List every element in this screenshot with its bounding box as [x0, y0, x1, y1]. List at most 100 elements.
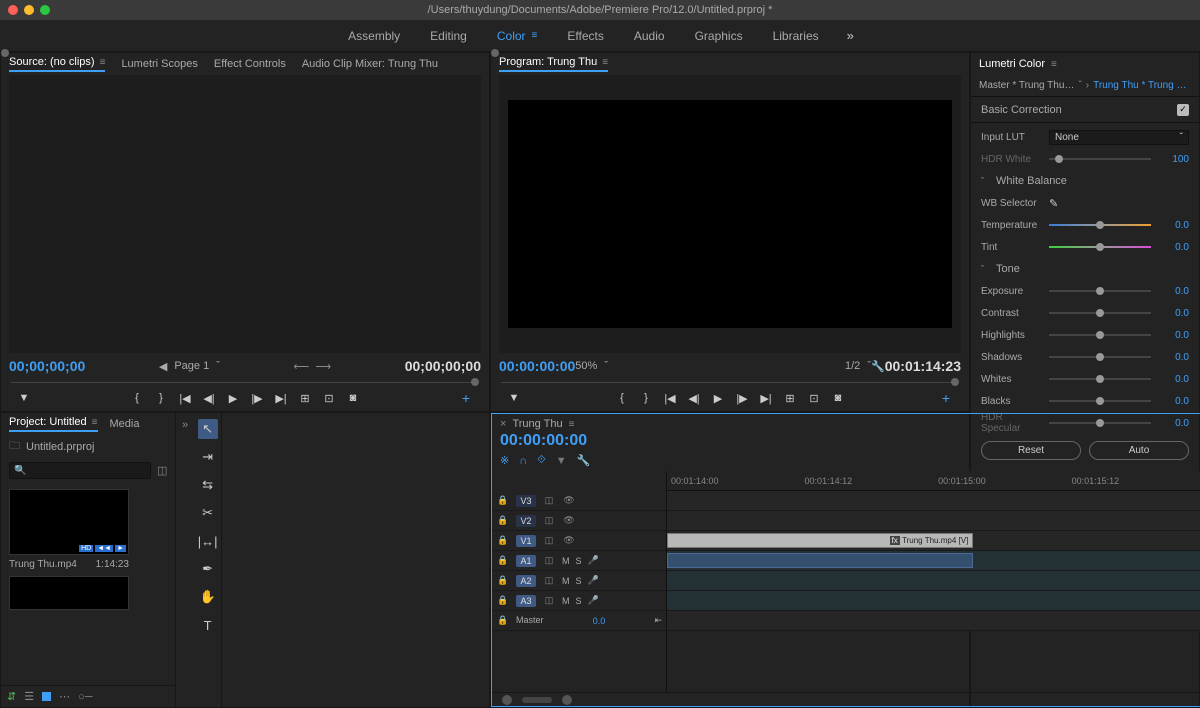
- tab-program[interactable]: Program: Trung Thu≡: [499, 56, 608, 72]
- wrench-icon[interactable]: 🔧: [871, 360, 885, 373]
- collapse-icon[interactable]: ⇤: [654, 615, 662, 626]
- go-in-icon[interactable]: |◀: [663, 392, 677, 405]
- zoom-slider[interactable]: ○─: [78, 691, 92, 703]
- export-frame-icon[interactable]: ◙: [831, 392, 845, 404]
- export-frame-icon[interactable]: ◙: [346, 392, 360, 404]
- shadows-value[interactable]: 0.0: [1159, 352, 1189, 363]
- hdr-white-slider[interactable]: [1049, 158, 1151, 160]
- zoom-handle-left[interactable]: [502, 695, 512, 705]
- icon-view-icon[interactable]: [42, 692, 51, 701]
- ws-libraries[interactable]: Libraries: [771, 25, 821, 47]
- tab-project[interactable]: Project: Untitled≡: [9, 416, 98, 432]
- exposure-slider[interactable]: [1049, 290, 1151, 292]
- lumetri-title[interactable]: Lumetri Color: [979, 58, 1045, 70]
- step-back-icon[interactable]: ◀|: [202, 392, 216, 405]
- ws-assembly[interactable]: Assembly: [346, 25, 402, 47]
- mic-icon[interactable]: 🎤: [588, 555, 599, 566]
- menu-icon[interactable]: ≡: [602, 57, 608, 68]
- video-clip[interactable]: fx Trung Thu.mp4 [V]: [667, 533, 973, 548]
- zoom-select[interactable]: 50% ˇ: [575, 360, 608, 372]
- zoom-handle-right[interactable]: [562, 695, 572, 705]
- source-tc-left[interactable]: 00;00;00;00: [9, 358, 85, 374]
- lock-icon[interactable]: 🔒: [496, 495, 510, 506]
- eye-icon[interactable]: 👁: [562, 495, 576, 506]
- fx-icon[interactable]: ◫: [542, 495, 556, 506]
- window-minimize[interactable]: [24, 5, 34, 15]
- asset-thumb-2[interactable]: [9, 576, 129, 610]
- track-v2[interactable]: 🔒V2◫👁: [492, 511, 666, 531]
- row-a1[interactable]: [667, 551, 1200, 571]
- asset-name[interactable]: Trung Thu.mp4: [9, 559, 77, 570]
- fx-icon[interactable]: ◫: [542, 535, 556, 546]
- out-point-icon[interactable]: }: [639, 392, 653, 404]
- step-fwd-icon[interactable]: |▶: [250, 392, 264, 405]
- track-select-tool-icon[interactable]: ⇥: [198, 447, 218, 467]
- ws-graphics[interactable]: Graphics: [693, 25, 745, 47]
- lock-icon[interactable]: 🔒: [496, 555, 510, 566]
- whites-slider[interactable]: [1049, 378, 1151, 380]
- source-view[interactable]: [9, 75, 481, 353]
- row-a3[interactable]: [667, 591, 1200, 611]
- go-out-icon[interactable]: ▶|: [274, 392, 288, 405]
- scrub-handle-start[interactable]: [1, 49, 9, 57]
- tab-lumetri-scopes[interactable]: Lumetri Scopes: [121, 58, 197, 70]
- fx-icon[interactable]: ◫: [542, 595, 556, 606]
- fit-icons[interactable]: ⟵ ⟶: [294, 360, 332, 373]
- marker-add-icon[interactable]: ▼: [507, 392, 521, 404]
- ws-effects[interactable]: Effects: [565, 25, 605, 47]
- ws-editing[interactable]: Editing: [428, 25, 469, 47]
- tab-effect-controls[interactable]: Effect Controls: [214, 58, 286, 70]
- freeform-view-icon[interactable]: ⋯: [59, 690, 70, 703]
- search-input[interactable]: [9, 462, 151, 479]
- eye-icon[interactable]: 👁: [562, 515, 576, 526]
- lift-icon[interactable]: ⊞: [783, 392, 797, 405]
- track-a1[interactable]: 🔒A1◫MS🎤: [492, 551, 666, 571]
- tab-audio-mixer[interactable]: Audio Clip Mixer: Trung Thu: [302, 58, 438, 70]
- razor-tool-icon[interactable]: ✂: [198, 503, 218, 523]
- whites-value[interactable]: 0.0: [1159, 374, 1189, 385]
- program-view[interactable]: [499, 75, 961, 353]
- track-v3[interactable]: 🔒V3◫👁: [492, 491, 666, 511]
- fx-icon[interactable]: ◫: [542, 515, 556, 526]
- list-view-icon[interactable]: ☰: [24, 690, 34, 703]
- play-icon[interactable]: ▶: [226, 392, 240, 405]
- insert-icon[interactable]: ⊞: [298, 392, 312, 405]
- scrub-handle-start[interactable]: [491, 49, 499, 57]
- magnet-icon[interactable]: ∩: [519, 455, 527, 467]
- in-point-icon[interactable]: {: [615, 392, 629, 404]
- menu-icon[interactable]: ≡: [100, 57, 106, 68]
- out-point-icon[interactable]: }: [154, 392, 168, 404]
- lock-icon[interactable]: 🔒: [496, 615, 510, 626]
- mic-icon[interactable]: 🎤: [588, 575, 599, 586]
- ws-color[interactable]: Color≡: [495, 25, 540, 47]
- hdr-white-value[interactable]: 100: [1159, 154, 1189, 165]
- audio-clip[interactable]: [667, 553, 973, 568]
- program-tc-left[interactable]: 00:00:00:00: [499, 358, 575, 374]
- timeline-tc[interactable]: 00:00:00:00: [500, 432, 1200, 450]
- master-clip[interactable]: Master * Trung Thu…: [979, 80, 1074, 91]
- settings-icon[interactable]: 🔧: [577, 454, 591, 467]
- panel-chevron[interactable]: »: [176, 417, 194, 433]
- row-v1[interactable]: fx Trung Thu.mp4 [V]: [667, 531, 1200, 551]
- lock-icon[interactable]: 🔒: [496, 575, 510, 586]
- extract-icon[interactable]: ⊡: [807, 392, 821, 405]
- row-v2[interactable]: [667, 511, 1200, 531]
- ripple-edit-tool-icon[interactable]: ⇆: [198, 475, 218, 495]
- play-icon[interactable]: ▶: [711, 392, 725, 405]
- hand-tool-icon[interactable]: ✋: [198, 587, 218, 607]
- pen-tool-icon[interactable]: ✒: [198, 559, 218, 579]
- tab-source[interactable]: Source: (no clips)≡: [9, 56, 105, 72]
- marker-add-icon[interactable]: ▼: [17, 392, 31, 404]
- lock-icon[interactable]: 🔒: [496, 535, 510, 546]
- blacks-value[interactable]: 0.0: [1159, 396, 1189, 407]
- sequence-name[interactable]: Trung Thu: [512, 418, 562, 430]
- time-ruler[interactable]: 00:01:14:0000:01:14:1200:01:15:0000:01:1…: [667, 471, 1200, 491]
- type-tool-icon[interactable]: T: [198, 615, 218, 635]
- temperature-slider[interactable]: [1049, 224, 1151, 226]
- tint-slider[interactable]: [1049, 246, 1151, 248]
- track-v1[interactable]: 🔒V1◫👁: [492, 531, 666, 551]
- selection-tool-icon[interactable]: ↖: [198, 419, 218, 439]
- input-lut-select[interactable]: Noneˇ: [1049, 130, 1189, 145]
- highlights-value[interactable]: 0.0: [1159, 330, 1189, 341]
- shadows-slider[interactable]: [1049, 356, 1151, 358]
